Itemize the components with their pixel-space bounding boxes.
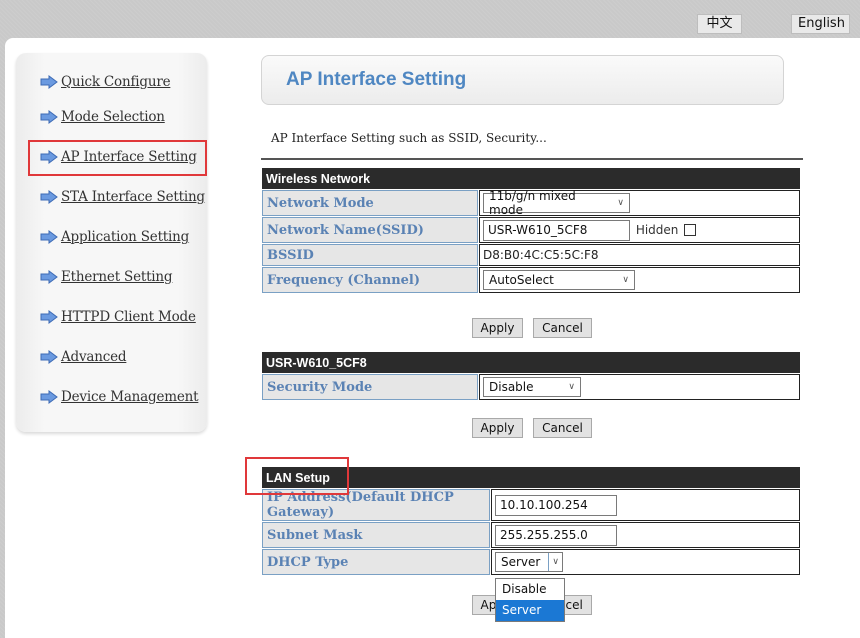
sidebar-item-application-setting[interactable]: Application Setting bbox=[40, 226, 189, 248]
subnet-mask-label: Subnet Mask bbox=[262, 522, 490, 548]
chevron-down-icon: ∨ bbox=[568, 382, 575, 392]
sidebar-item-label: Advanced bbox=[61, 349, 127, 365]
wireless-network-header: Wireless Network bbox=[262, 168, 800, 189]
divider bbox=[261, 158, 803, 160]
sidebar-item-device-management[interactable]: Device Management bbox=[40, 386, 199, 408]
arrow-right-icon bbox=[40, 310, 58, 324]
security-cancel-button[interactable]: Cancel bbox=[533, 418, 592, 438]
sidebar-item-label: Ethernet Setting bbox=[61, 269, 173, 285]
sidebar-item-label: Quick Configure bbox=[61, 74, 171, 90]
sidebar-item-label: HTTPD Client Mode bbox=[61, 309, 196, 325]
dhcp-option-server[interactable]: Server bbox=[496, 600, 564, 621]
network-mode-label: Network Mode bbox=[262, 190, 478, 216]
ssid-label: Network Name(SSID) bbox=[262, 217, 478, 243]
chevron-down-icon: ∨ bbox=[617, 198, 624, 208]
sidebar-item-httpd-client-mode[interactable]: HTTPD Client Mode bbox=[40, 306, 196, 328]
sidebar-item-label: Application Setting bbox=[61, 229, 190, 245]
dhcp-type-value: Server bbox=[501, 555, 541, 569]
sidebar-item-advanced[interactable]: Advanced bbox=[40, 346, 127, 368]
security-mode-label: Security Mode bbox=[262, 374, 478, 400]
hidden-label: Hidden bbox=[635, 222, 679, 237]
page-description: AP Interface Setting such as SSID, Secur… bbox=[271, 131, 547, 145]
chevron-down-icon[interactable]: ∨ bbox=[548, 553, 562, 571]
sidebar-item-label: Mode Selection bbox=[61, 109, 165, 125]
selected-nav-highlight-box bbox=[28, 140, 207, 176]
sidebar-item-quick-configure[interactable]: Quick Configure bbox=[40, 71, 171, 93]
ip-address-input[interactable]: 10.10.100.254 bbox=[495, 494, 617, 516]
network-mode-select[interactable]: 11b/g/n mixed mode ∨ bbox=[483, 189, 630, 217]
dhcp-type-label: DHCP Type bbox=[262, 549, 490, 575]
dhcp-type-dropdown-list: Disable Server bbox=[495, 578, 565, 622]
wireless-apply-button[interactable]: Apply bbox=[472, 318, 523, 338]
lan-setup-highlight-box bbox=[245, 457, 349, 495]
arrow-right-icon bbox=[40, 110, 58, 124]
english-language-button[interactable]: English bbox=[791, 14, 850, 34]
sidebar-item-sta-interface-setting[interactable]: STA Interface Setting bbox=[40, 186, 205, 208]
security-section-header: USR-W610_5CF8 bbox=[262, 352, 800, 373]
sidebar-item-ethernet-setting[interactable]: Ethernet Setting bbox=[40, 266, 173, 288]
dhcp-option-disable[interactable]: Disable bbox=[496, 579, 564, 600]
page-title-box: AP Interface Setting bbox=[261, 55, 784, 105]
frequency-value: AutoSelect bbox=[489, 273, 554, 287]
arrow-right-icon bbox=[40, 190, 58, 204]
frequency-select[interactable]: AutoSelect ∨ bbox=[483, 270, 635, 290]
page-title: AP Interface Setting bbox=[286, 69, 467, 90]
subnet-mask-input[interactable]: 255.255.255.0 bbox=[495, 524, 617, 546]
bssid-label: BSSID bbox=[262, 244, 478, 266]
arrow-right-icon bbox=[40, 350, 58, 364]
arrow-right-icon bbox=[40, 270, 58, 284]
arrow-right-icon bbox=[40, 390, 58, 404]
sidebar-item-label: STA Interface Setting bbox=[61, 189, 205, 205]
sidebar-item-label: Device Management bbox=[61, 389, 199, 405]
network-mode-value: 11b/g/n mixed mode bbox=[489, 189, 576, 217]
sidebar-item-mode-selection[interactable]: Mode Selection bbox=[40, 106, 165, 128]
wireless-network-table: Wireless Network Network Mode 11b/g/n mi… bbox=[261, 167, 801, 294]
chinese-language-button[interactable]: 中文 bbox=[697, 14, 742, 34]
ssid-input[interactable]: USR-W610_5CF8 bbox=[483, 219, 630, 241]
security-mode-value: Disable bbox=[489, 380, 534, 394]
arrow-right-icon bbox=[40, 75, 58, 89]
wireless-cancel-button[interactable]: Cancel bbox=[533, 318, 592, 338]
dhcp-type-select[interactable]: Server ∨ bbox=[495, 552, 563, 572]
security-table: USR-W610_5CF8 Security Mode Disable ∨ bbox=[261, 351, 801, 401]
hidden-checkbox[interactable] bbox=[684, 224, 697, 236]
chevron-down-icon: ∨ bbox=[622, 275, 629, 285]
frequency-label: Frequency (Channel) bbox=[262, 267, 478, 293]
security-mode-select[interactable]: Disable ∨ bbox=[483, 377, 581, 397]
arrow-right-icon bbox=[40, 230, 58, 244]
security-apply-button[interactable]: Apply bbox=[472, 418, 523, 438]
bssid-value: D8:B0:4C:C5:5C:F8 bbox=[479, 244, 800, 266]
